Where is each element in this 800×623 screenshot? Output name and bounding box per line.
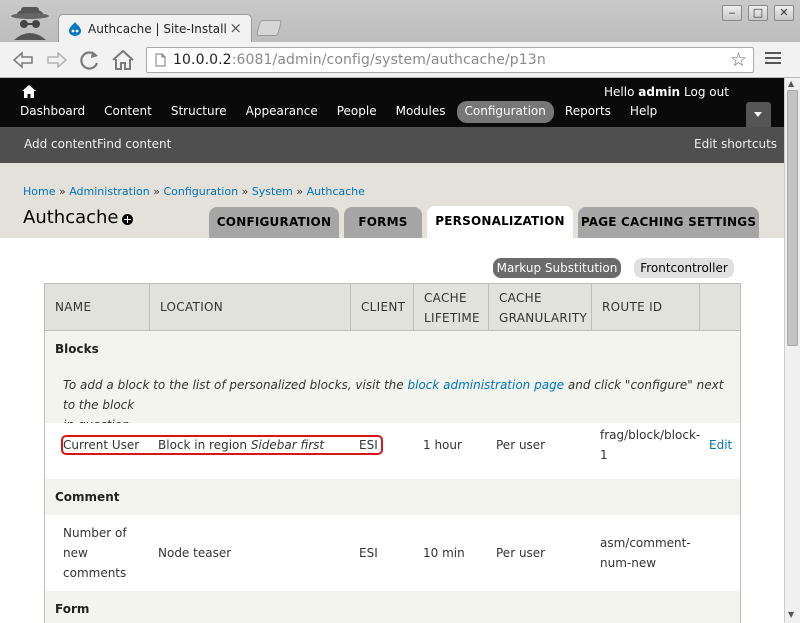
vertical-scrollbar[interactable]: ▲ ▼: [784, 78, 800, 623]
row-route-id: frag/block/block- 1: [600, 428, 701, 462]
find-content-link[interactable]: Find content: [97, 137, 171, 151]
tab-page-caching-settings[interactable]: PAGE CACHING SETTINGS: [578, 207, 759, 238]
bookmark-star-icon[interactable]: ☆: [730, 49, 747, 71]
subtab-markup-substitution[interactable]: Markup Substitution: [493, 258, 621, 278]
add-content-link[interactable]: Add content: [24, 137, 97, 151]
blocks-note-row: To add a block to the list of personaliz…: [45, 367, 740, 432]
row-client: ESI: [359, 546, 378, 560]
browser-tab-bar: Authcache | Site-Install × ‒ □ ✕: [0, 0, 800, 43]
scroll-up-icon[interactable]: ▲: [788, 79, 794, 88]
menu-help[interactable]: Help: [622, 101, 665, 123]
logout-link[interactable]: Log out: [684, 85, 729, 99]
menu-content[interactable]: Content: [96, 101, 160, 123]
page-viewport: Hello admin Log out Dashboard Content St…: [0, 78, 784, 623]
url-text: 10.0.0.2:6081/admin/config/system/authca…: [173, 52, 546, 68]
category-row-comment: Comment: [45, 479, 740, 515]
username[interactable]: admin: [638, 85, 680, 99]
menu-modules[interactable]: Modules: [388, 101, 454, 123]
menu-people[interactable]: People: [329, 101, 385, 123]
category-label: Blocks: [55, 342, 99, 356]
category-row-blocks: Blocks: [45, 331, 740, 367]
category-label: Comment: [55, 490, 120, 504]
tab-configuration[interactable]: CONFIGURATION: [209, 207, 339, 238]
subtab-frontcontroller[interactable]: Frontcontroller: [634, 258, 734, 278]
reload-icon[interactable]: [77, 48, 103, 72]
hello-user: Hello admin: [604, 85, 681, 99]
col-name[interactable]: NAME: [45, 284, 149, 330]
shortcut-bar: Add content Find content Edit shortcuts: [0, 127, 784, 163]
personalization-table: NAME LOCATION CLIENT CACHE LIFETIME CACHE…: [44, 283, 741, 623]
new-tab-button[interactable]: [255, 20, 283, 36]
edit-link[interactable]: Edit: [709, 435, 732, 455]
breadcrumb-home[interactable]: Home: [23, 185, 55, 198]
breadcrumb-administration[interactable]: Administration: [69, 185, 150, 198]
page-header: Home » Administration » Configuration » …: [0, 163, 784, 238]
breadcrumb-configuration[interactable]: Configuration: [163, 185, 238, 198]
row-lifetime: 1 hour: [423, 438, 462, 452]
address-bar[interactable]: 10.0.0.2:6081/admin/config/system/authca…: [146, 47, 754, 73]
row-granularity: Per user: [496, 546, 546, 560]
forward-icon[interactable]: [44, 48, 70, 72]
admin-home-icon[interactable]: [22, 85, 36, 98]
table-row-current-user: Current User Block in region Sidebar fir…: [45, 423, 740, 479]
scrollbar-thumb[interactable]: [787, 90, 798, 346]
row-location: Node teaser: [158, 546, 232, 560]
home-icon[interactable]: [110, 48, 136, 72]
admin-menu: Dashboard Content Structure Appearance P…: [12, 101, 668, 123]
incognito-icon: [11, 7, 49, 40]
menu-configuration[interactable]: Configuration: [456, 101, 554, 123]
tab-close-icon[interactable]: ×: [229, 19, 242, 37]
row-name: Number of new comments: [63, 526, 127, 580]
menu-dashboard[interactable]: Dashboard: [12, 101, 93, 123]
category-row-form: Form: [45, 591, 740, 623]
col-route-id[interactable]: ROUTE ID: [592, 284, 699, 330]
browser-tab-active[interactable]: Authcache | Site-Install ×: [58, 14, 252, 43]
tab-title: Authcache | Site-Install: [88, 22, 227, 36]
browser-toolbar: 10.0.0.2:6081/admin/config/system/authca…: [0, 42, 800, 78]
row-client: ESI: [359, 438, 378, 452]
category-label: Form: [55, 602, 90, 616]
back-icon[interactable]: [10, 48, 36, 72]
breadcrumb: Home » Administration » Configuration » …: [23, 185, 365, 198]
drupal-favicon-icon: [69, 22, 81, 36]
page-icon: [155, 53, 166, 67]
col-cache-lifetime[interactable]: CACHE LIFETIME: [414, 284, 488, 330]
row-location: Block in region Sidebar first: [158, 438, 325, 452]
tab-personalization[interactable]: PERSONALIZATION: [427, 206, 573, 238]
block-administration-link[interactable]: block administration page: [407, 378, 564, 392]
menu-appearance[interactable]: Appearance: [238, 101, 326, 123]
menu-reports[interactable]: Reports: [557, 101, 619, 123]
chrome-menu-icon[interactable]: [765, 52, 781, 66]
row-granularity: Per user: [496, 438, 546, 452]
table-header: NAME LOCATION CLIENT CACHE LIFETIME CACHE…: [45, 284, 740, 331]
add-shortcut-plus-icon[interactable]: [122, 214, 133, 225]
breadcrumb-authcache[interactable]: Authcache: [307, 185, 365, 198]
col-cache-granularity[interactable]: CACHE GRANULARITY: [489, 284, 591, 330]
col-location[interactable]: LOCATION: [150, 284, 350, 330]
admin-toolbar: Hello admin Log out Dashboard Content St…: [0, 78, 784, 127]
edit-shortcuts-link[interactable]: Edit shortcuts: [694, 137, 777, 151]
shortcuts-toggle-button[interactable]: [746, 102, 771, 127]
row-name: Current User: [63, 438, 140, 452]
breadcrumb-system[interactable]: System: [252, 185, 293, 198]
main-content: Markup Substitution Frontcontroller NAME…: [0, 238, 784, 623]
maximize-button[interactable]: □: [748, 5, 768, 21]
page-title: Authcache: [23, 207, 119, 228]
row-lifetime: 10 min: [423, 546, 465, 560]
row-route-id: asm/comment-num-new: [600, 536, 691, 570]
close-window-button[interactable]: ✕: [774, 5, 794, 21]
minimize-button[interactable]: ‒: [722, 5, 742, 21]
menu-structure[interactable]: Structure: [163, 101, 235, 123]
scroll-down-icon[interactable]: ▼: [788, 610, 794, 619]
table-row-new-comments: Number of new comments Node teaser ESI 10 …: [45, 515, 740, 591]
tab-forms[interactable]: FORMS: [344, 207, 422, 238]
col-client[interactable]: CLIENT: [351, 284, 413, 330]
